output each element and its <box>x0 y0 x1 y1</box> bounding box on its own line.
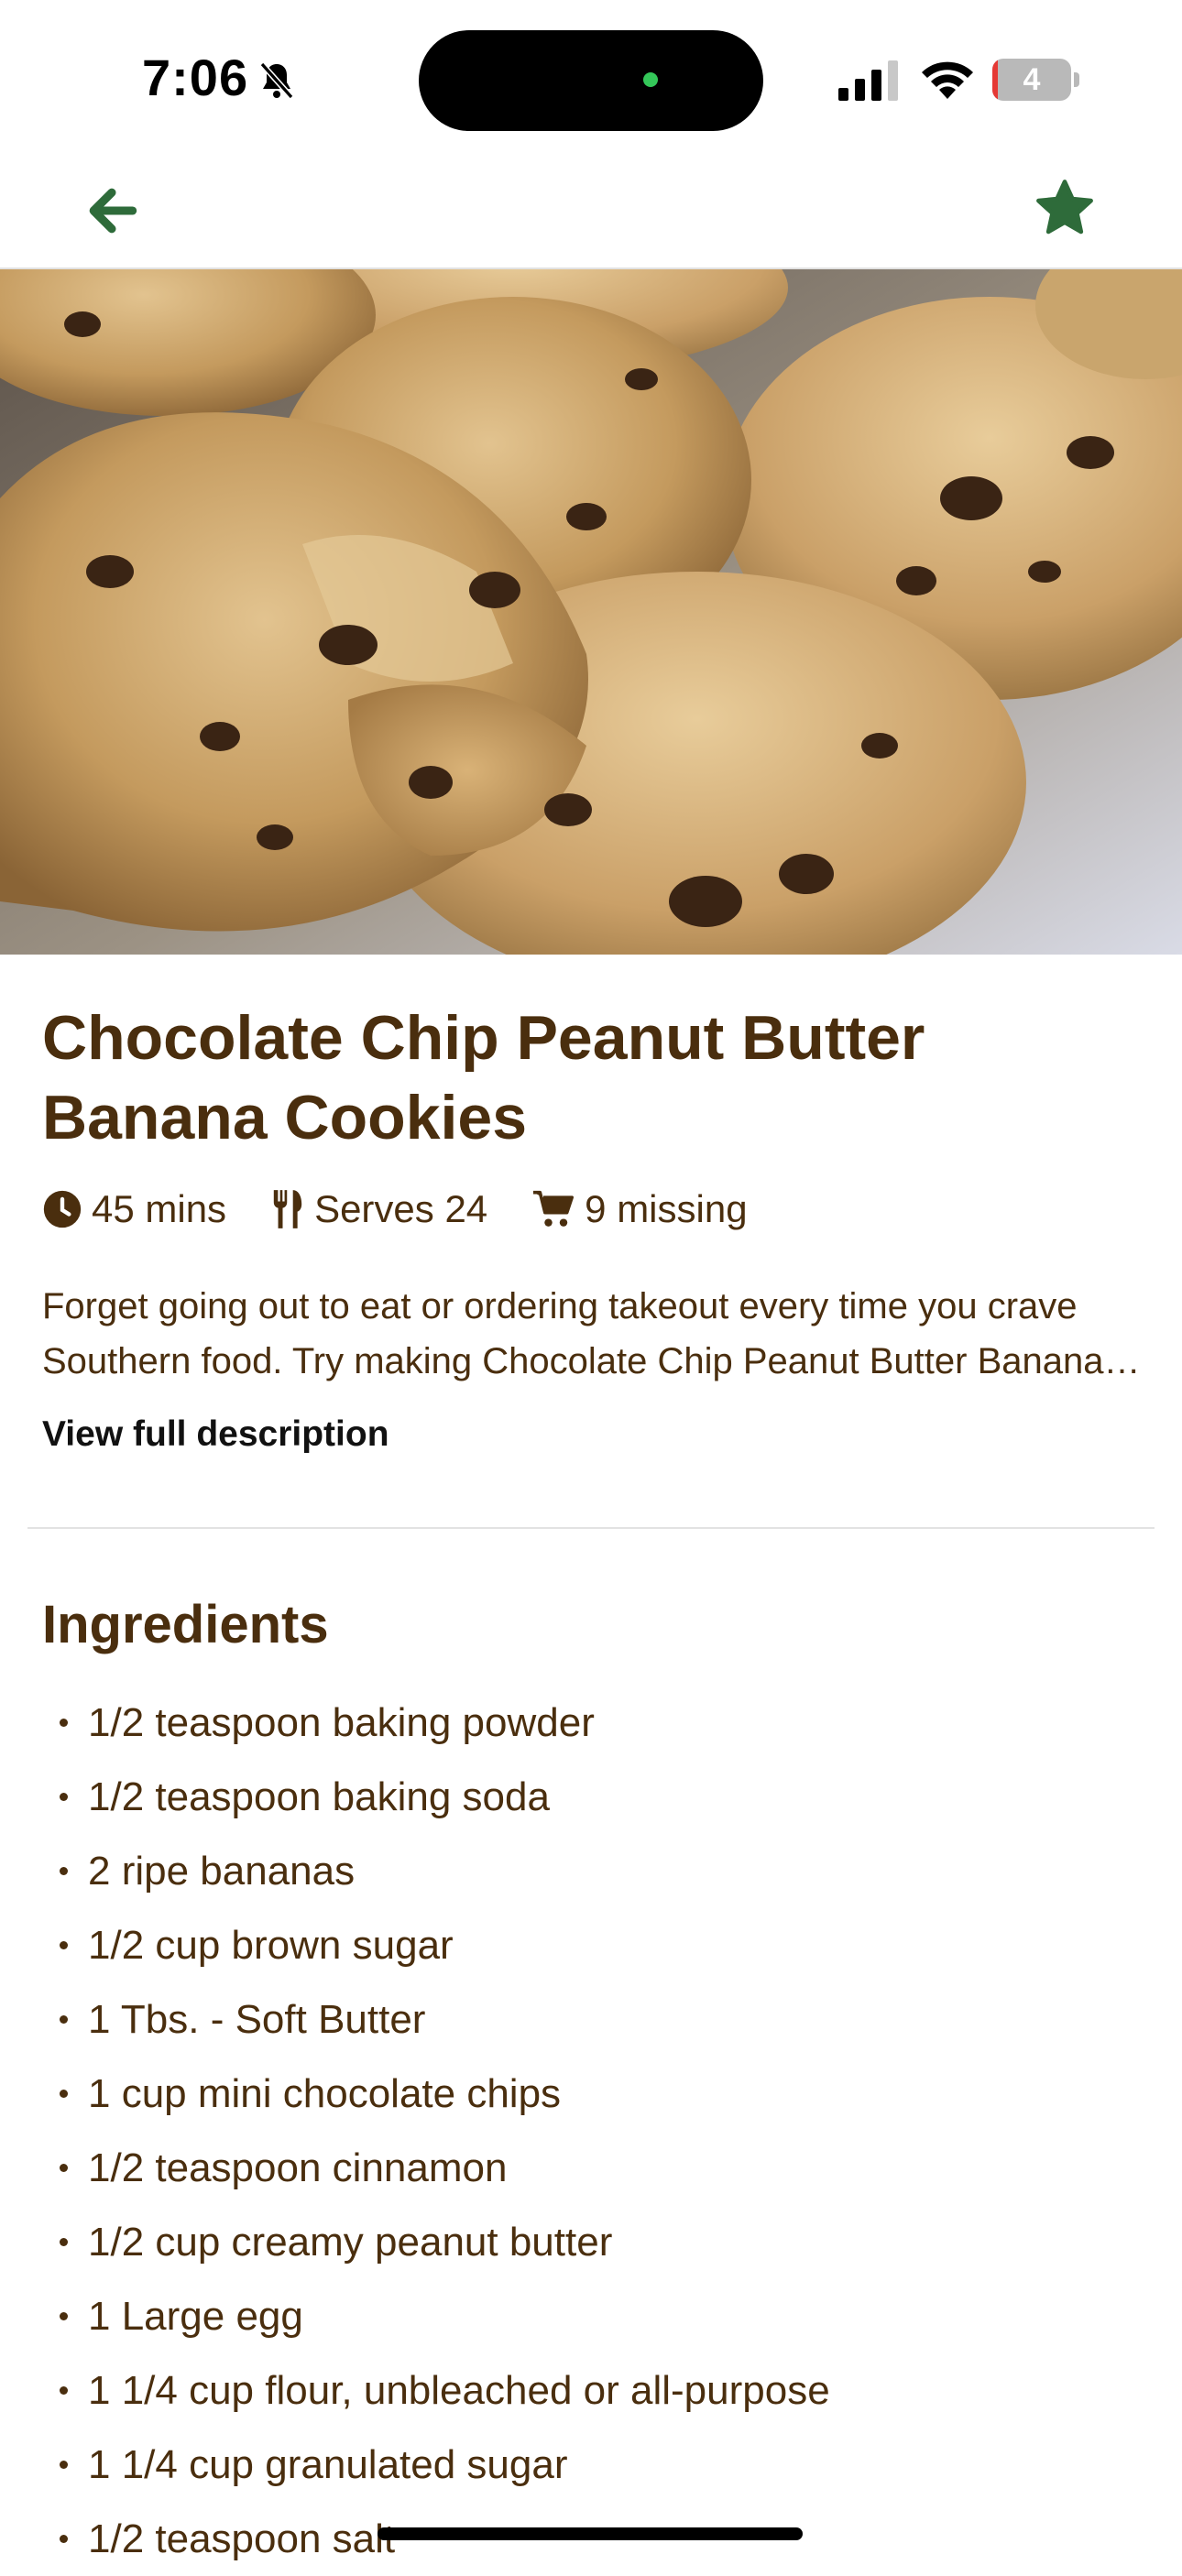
utensils-icon <box>273 1190 302 1228</box>
list-item: 1/2 teaspoon cinnamon <box>55 2131 830 2205</box>
ingredient-text: 1/2 cup brown sugar <box>88 1923 454 1968</box>
ingredient-text: 1/2 teaspoon cinnamon <box>88 2145 508 2190</box>
dynamic-island <box>419 30 763 131</box>
missing-label: 9 missing <box>585 1187 748 1230</box>
servings: Serves 24 <box>270 1187 487 1231</box>
bullet-icon <box>60 1867 68 1875</box>
servings-label: Serves 24 <box>314 1187 488 1230</box>
ingredient-text: 1 Tbs. - Soft Butter <box>88 1997 426 2042</box>
cook-time-label: 45 mins <box>92 1187 227 1230</box>
bullet-icon <box>60 2312 68 2320</box>
camera-indicator-dot <box>643 72 658 87</box>
recipe-meta: 45 mins Serves 24 9 missing <box>42 1182 792 1237</box>
bullet-icon <box>60 2015 68 2024</box>
divider <box>27 1527 1155 1529</box>
ingredient-text: 1/2 cup creamy peanut butter <box>88 2220 613 2265</box>
ingredient-text: 1/2 teaspoon salt <box>88 2516 396 2561</box>
ingredient-text: 1 1/4 cup flour, unbleached or all-purpo… <box>88 2368 830 2413</box>
recipe-title: Chocolate Chip Peanut Butter Banana Cook… <box>42 1003 925 1152</box>
arrow-left-icon[interactable] <box>81 180 143 242</box>
recipe-description: Forget going out to eat or ordering take… <box>42 1286 1104 1381</box>
list-item: 1 cup mini chocolate chips <box>55 2057 830 2131</box>
bullet-icon <box>60 1719 68 1727</box>
ingredients-heading: Ingredients <box>42 1595 329 1654</box>
recipe-summary: Chocolate Chip Peanut Butter Banana Cook… <box>42 999 1142 1454</box>
list-item: 1 Large egg <box>55 2279 830 2353</box>
bullet-icon <box>60 2164 68 2172</box>
ingredient-text: 1/2 teaspoon baking powder <box>88 1700 595 1745</box>
missing-ingredients: 9 missing <box>531 1187 748 1231</box>
wifi-icon <box>922 61 973 99</box>
clock-icon <box>43 1190 82 1228</box>
list-item: 1/2 teaspoon baking soda <box>55 1760 830 1834</box>
status-time: 7:06 <box>142 49 249 106</box>
list-item: 1 1/4 cup granulated sugar <box>55 2428 830 2502</box>
bullet-icon <box>60 2535 68 2543</box>
bullet-icon <box>60 1793 68 1801</box>
star-icon[interactable] <box>1033 176 1097 240</box>
home-indicator[interactable] <box>378 2527 803 2540</box>
recipe-photo <box>0 269 1182 955</box>
bullet-icon <box>60 2238 68 2246</box>
list-item: 1 1/4 cup flour, unbleached or all-purpo… <box>55 2353 830 2428</box>
bullet-icon <box>60 1941 68 1949</box>
cook-time: 45 mins <box>42 1187 226 1231</box>
status-bar: 7:06 4 <box>0 0 1182 156</box>
ingredient-text: 1 1/4 cup granulated sugar <box>88 2442 568 2487</box>
battery-level: 4 <box>1023 62 1041 97</box>
list-item: 1 Tbs. - Soft Butter <box>55 1982 830 2057</box>
ingredient-text: 1/2 teaspoon baking soda <box>88 1774 550 1819</box>
list-item: 2 ripe bananas <box>55 1834 830 1908</box>
ingredients-list: 1/2 teaspoon baking powder 1/2 teaspoon b… <box>55 1686 830 2576</box>
signal-icon <box>838 60 898 101</box>
ingredient-text: 1 cup mini chocolate chips <box>88 2071 562 2116</box>
list-item: 1/2 cup brown sugar <box>55 1908 830 1982</box>
bell-slash-icon <box>259 61 294 100</box>
list-item: 1/2 cup creamy peanut butter <box>55 2205 830 2279</box>
cart-icon <box>533 1190 575 1227</box>
bullet-icon <box>60 2386 68 2395</box>
ingredient-text: 2 ripe bananas <box>88 1849 356 1894</box>
battery-icon: 4 <box>992 59 1082 101</box>
bullet-icon <box>60 2461 68 2469</box>
view-full-description-link[interactable]: View full description <box>42 1414 389 1455</box>
nav-bar <box>0 156 1182 269</box>
list-item: 1/2 teaspoon baking powder <box>55 1686 830 1760</box>
ingredient-text: 1 Large egg <box>88 2294 303 2339</box>
bullet-icon <box>60 2090 68 2098</box>
